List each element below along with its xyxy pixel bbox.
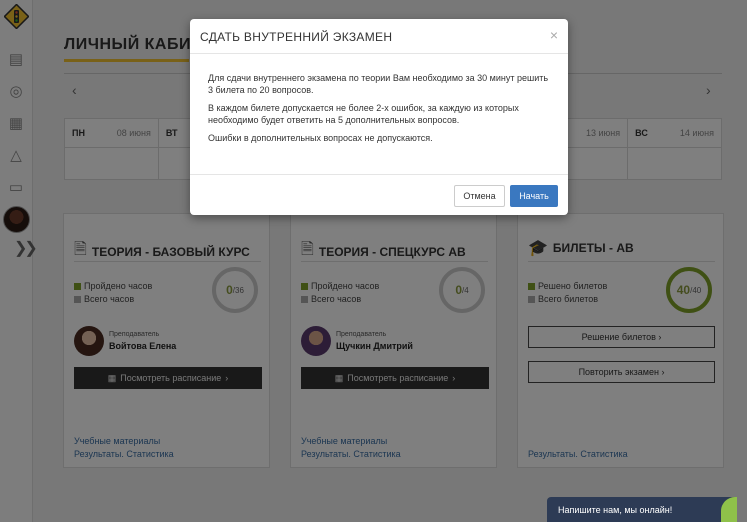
dialog-title: СДАТЬ ВНУТРЕННИЙ ЭКЗАМЕН: [200, 30, 393, 44]
start-button[interactable]: Начать: [510, 185, 558, 207]
cancel-button[interactable]: Отмена: [454, 185, 505, 207]
close-icon[interactable]: ×: [550, 27, 558, 43]
exam-dialog: СДАТЬ ВНУТРЕННИЙ ЭКЗАМЕН × Для сдачи вну…: [190, 19, 568, 215]
dialog-paragraph: Ошибки в дополнительных вопросах не допу…: [208, 133, 433, 143]
dialog-paragraph: Для сдачи внутреннего экзамена по теории…: [208, 73, 549, 95]
chat-label: Напишите нам, мы онлайн!: [558, 504, 673, 515]
leaf-icon: [721, 497, 737, 522]
chat-widget[interactable]: Напишите нам, мы онлайн!: [547, 497, 737, 522]
dialog-header: СДАТЬ ВНУТРЕННИЙ ЭКЗАМЕН ×: [190, 19, 568, 54]
dialog-body: Для сдачи внутреннего экзамена по теории…: [190, 54, 568, 144]
dialog-paragraph: В каждом билете допускается не более 2-х…: [208, 103, 519, 125]
dialog-footer: Отмена Начать: [190, 174, 568, 215]
